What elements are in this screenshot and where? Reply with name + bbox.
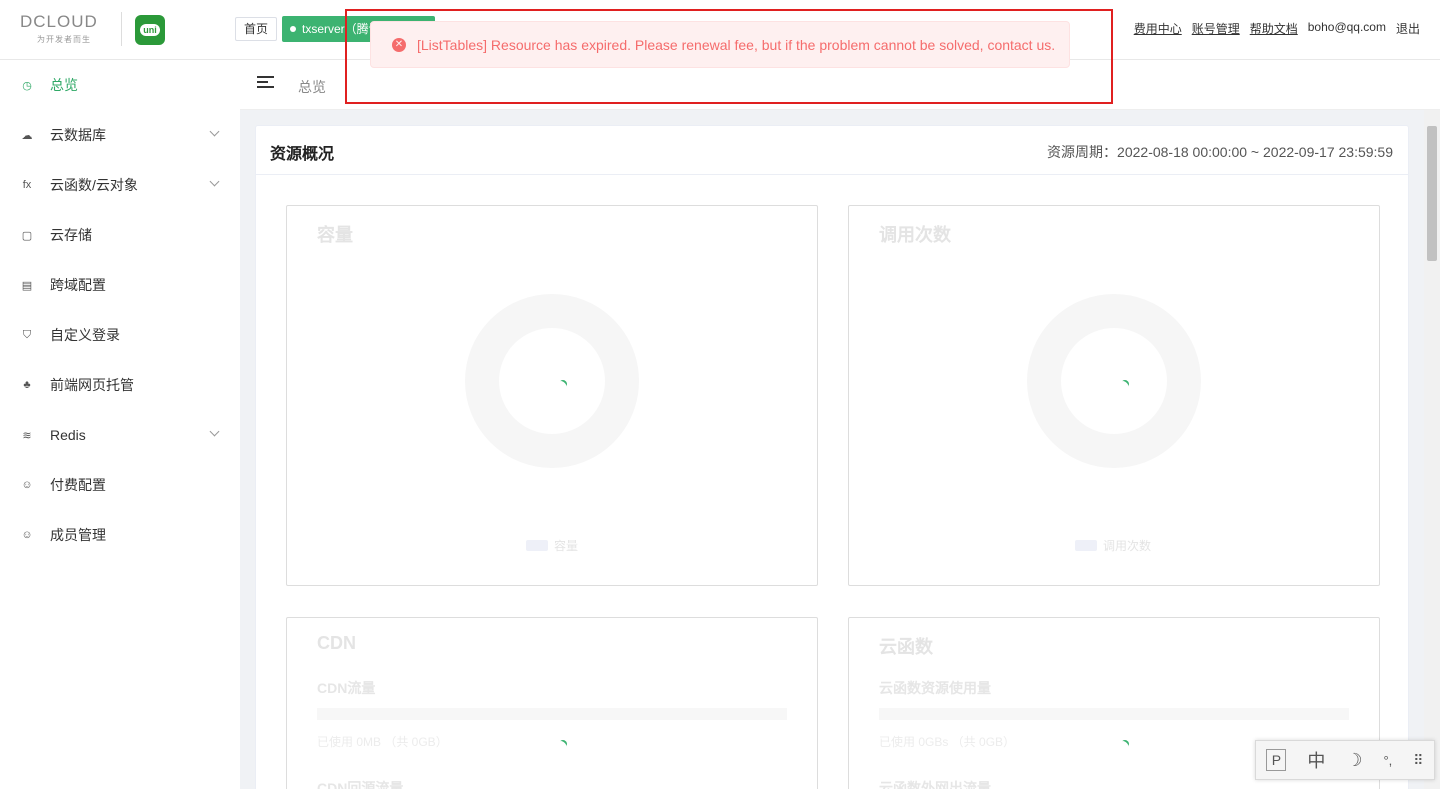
dashboard-icon: ◷ xyxy=(22,79,32,92)
cdn-traffic-label: CDN流量 xyxy=(317,680,376,696)
home-button[interactable]: 首页 xyxy=(235,17,278,41)
loading-spinner-icon xyxy=(1119,738,1131,750)
sidebar: ◷ 总览 ☁ 云数据库 fx 云函数/云对象 ▢ 云存储 ▤ 跨域配置 ⛉ 自定… xyxy=(0,60,240,789)
status-dot-icon xyxy=(290,26,296,32)
scrollbar-thumb[interactable] xyxy=(1427,126,1437,261)
chart-legend[interactable]: 容量 xyxy=(526,537,578,554)
breadcrumb[interactable]: 总览 xyxy=(298,77,326,97)
sidebar-item-cloud-functions[interactable]: fx 云函数/云对象 xyxy=(0,160,240,210)
sidebar-item-label: 前端网页托管 xyxy=(50,377,134,393)
help-docs-link[interactable]: 帮助文档 xyxy=(1250,20,1298,37)
user-email[interactable]: boho@qq.com xyxy=(1308,20,1386,37)
sidebar-item-members[interactable]: ☺ 成员管理 xyxy=(0,510,240,560)
uni-logo[interactable]: uni xyxy=(135,15,165,45)
chevron-down-icon xyxy=(209,126,220,137)
card-header: 资源概况 资源周期：2022-08-18 00:00:00 ~ 2022-09-… xyxy=(256,126,1408,175)
chevron-down-icon xyxy=(209,426,220,437)
sidebar-item-label: 云数据库 xyxy=(50,127,106,143)
ime-logo-icon[interactable]: P xyxy=(1266,749,1287,771)
calls-panel: 调用次数 调用次数 xyxy=(848,205,1380,586)
members-icon: ☺ xyxy=(21,529,33,541)
sidebar-item-redis[interactable]: ≋ Redis xyxy=(0,410,240,460)
legend-label: 容量 xyxy=(554,539,579,553)
sidebar-item-custom-login[interactable]: ⛉ 自定义登录 xyxy=(0,310,240,360)
uni-logo-text: uni xyxy=(140,24,160,36)
capacity-donut-chart xyxy=(465,294,639,468)
ime-language-toggle[interactable]: 中 xyxy=(1307,747,1325,773)
calls-donut-chart xyxy=(1027,294,1201,468)
cdn-traffic-progress xyxy=(317,708,787,720)
cdn-panel: CDN CDN流量 已使用 0MB （共 0GB） CDN回源流量 xyxy=(286,617,818,789)
sidebar-item-label: 付费配置 xyxy=(50,477,106,493)
functions-usage-label: 云函数资源使用量 xyxy=(879,680,991,696)
sidebar-item-label: 跨域配置 xyxy=(50,277,106,293)
logo-text: DCLOUD xyxy=(20,12,98,31)
functions-usage-progress xyxy=(879,708,1349,720)
cdn-origin-label: CDN回源流量 xyxy=(317,780,404,789)
panel-title: 容量 xyxy=(317,225,353,245)
sidebar-item-cors-config[interactable]: ▤ 跨域配置 xyxy=(0,260,240,310)
shield-icon: ⛉ xyxy=(22,328,32,341)
storage-icon: ▢ xyxy=(21,229,33,242)
dcloud-logo[interactable]: DCLOUD 为开发者而生 xyxy=(20,12,108,46)
sidebar-item-cloud-storage[interactable]: ▢ 云存储 xyxy=(0,210,240,260)
panel-title: 云函数 xyxy=(879,637,933,657)
ime-toolbar: P 中 ☽ °, ⠿ xyxy=(1255,740,1435,780)
chevron-down-icon xyxy=(209,176,220,187)
header-links: 费用中心 账号管理 帮助文档 boho@qq.com 退出 xyxy=(1134,20,1420,37)
functions-usage-used: 已使用 0GBs （共 0GB） xyxy=(879,735,1016,749)
loading-spinner-icon xyxy=(557,738,569,750)
menu-fold-icon[interactable] xyxy=(257,76,274,90)
sidebar-item-cloud-database[interactable]: ☁ 云数据库 xyxy=(0,110,240,160)
legend-swatch xyxy=(1075,540,1097,551)
resource-overview-card: 资源概况 资源周期：2022-08-18 00:00:00 ~ 2022-09-… xyxy=(255,125,1409,789)
legend-label: 调用次数 xyxy=(1103,539,1152,553)
logo-slogan: 为开发者而生 xyxy=(37,35,91,44)
sidebar-item-overview[interactable]: ◷ 总览 xyxy=(0,60,240,110)
panel-title: CDN xyxy=(317,633,356,653)
billing-center-link[interactable]: 费用中心 xyxy=(1134,20,1182,37)
grid-menu-icon[interactable]: ⠿ xyxy=(1413,752,1423,769)
logo-divider xyxy=(121,12,122,46)
cors-icon: ▤ xyxy=(21,279,33,292)
sidebar-item-label: 云函数/云对象 xyxy=(50,177,138,193)
account-management-link[interactable]: 账号管理 xyxy=(1192,20,1240,37)
database-icon: ☁ xyxy=(21,129,33,142)
sidebar-item-label: 成员管理 xyxy=(50,527,106,543)
payment-icon: ☺ xyxy=(21,479,33,491)
sidebar-item-payment-config[interactable]: ☺ 付费配置 xyxy=(0,460,240,510)
function-icon: fx xyxy=(22,179,32,191)
page-scrollbar[interactable] xyxy=(1424,110,1440,789)
legend-swatch xyxy=(526,540,548,551)
sidebar-item-web-hosting[interactable]: ♣ 前端网页托管 xyxy=(0,360,240,410)
moon-icon[interactable]: ☽ xyxy=(1346,750,1362,771)
sidebar-item-label: 总览 xyxy=(50,77,78,93)
page-title: 资源概况 xyxy=(270,146,335,163)
redis-icon: ≋ xyxy=(22,429,32,442)
sidebar-item-label: 云存储 xyxy=(50,227,92,243)
punctuation-icon[interactable]: °, xyxy=(1383,753,1392,768)
chart-legend[interactable]: 调用次数 xyxy=(1075,537,1151,554)
functions-outbound-label: 云函数外网出流量 xyxy=(879,780,991,789)
sidebar-item-label: Redis xyxy=(50,427,86,443)
sidebar-item-label: 自定义登录 xyxy=(50,327,120,343)
resource-period: 资源周期：2022-08-18 00:00:00 ~ 2022-09-17 23… xyxy=(1047,144,1393,160)
panel-title: 调用次数 xyxy=(879,225,951,245)
capacity-panel: 容量 容量 xyxy=(286,205,818,586)
cdn-traffic-used: 已使用 0MB （共 0GB） xyxy=(317,735,448,749)
logout-link[interactable]: 退出 xyxy=(1396,20,1420,37)
highlight-box xyxy=(345,9,1113,104)
hosting-icon: ♣ xyxy=(23,379,31,391)
